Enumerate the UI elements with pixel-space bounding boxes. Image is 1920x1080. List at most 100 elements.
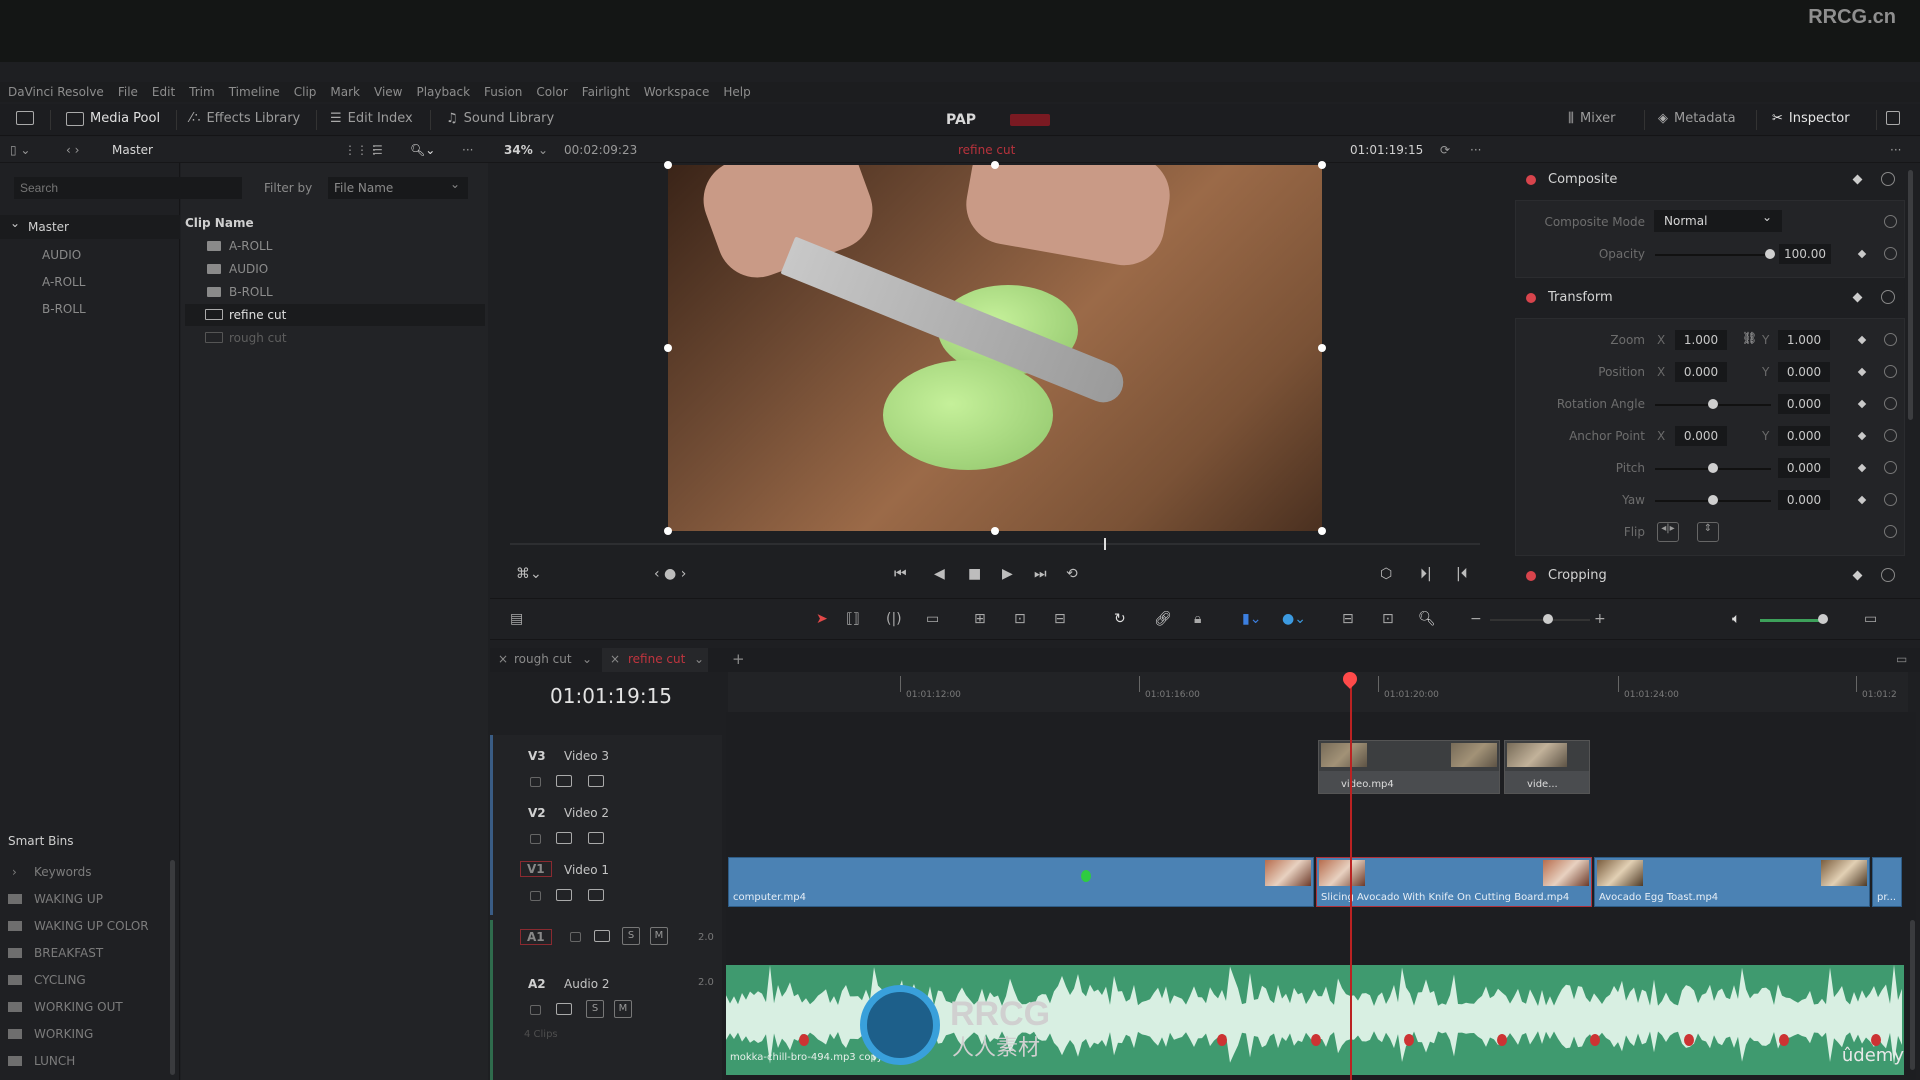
- smart-bin-item[interactable]: BREAKFAST: [0, 941, 176, 965]
- reset-icon[interactable]: [1884, 461, 1897, 474]
- stop-icon[interactable]: ■: [968, 566, 981, 582]
- transform-handle[interactable]: [991, 527, 999, 535]
- transform-section-header[interactable]: Transform: [1512, 284, 1907, 312]
- auto-select-icon[interactable]: [556, 832, 572, 844]
- mute-button[interactable]: M: [650, 927, 668, 945]
- menu-item[interactable]: Fairlight: [582, 85, 630, 99]
- audio-marker[interactable]: [1217, 1034, 1227, 1046]
- next-edit-icon[interactable]: ⏵|: [1420, 566, 1432, 582]
- lock-icon[interactable]: [570, 932, 581, 942]
- menu-item[interactable]: View: [374, 85, 402, 99]
- clip-marker[interactable]: [1081, 870, 1091, 882]
- bin-item[interactable]: B-ROLL: [0, 297, 180, 321]
- sidebar-toggle-icon[interactable]: ▯ ⌄: [10, 143, 30, 157]
- reset-icon[interactable]: [1884, 493, 1897, 506]
- video-frame[interactable]: [668, 165, 1322, 531]
- list-view-icon[interactable]: ☰: [372, 143, 383, 157]
- transform-handle[interactable]: [1318, 344, 1326, 352]
- transform-handle[interactable]: [664, 527, 672, 535]
- bin-item[interactable]: A-ROLL: [0, 270, 180, 294]
- audio-marker[interactable]: [1779, 1034, 1789, 1046]
- smart-bin-item[interactable]: WORKING: [0, 1022, 176, 1046]
- track-id-v3[interactable]: V3: [528, 749, 546, 763]
- viewer-zoom[interactable]: 34%: [504, 143, 533, 157]
- play-reverse-icon[interactable]: ◀: [934, 566, 945, 582]
- zoom-full-icon[interactable]: ⊟: [1342, 611, 1354, 627]
- menu-item[interactable]: Mark: [330, 85, 360, 99]
- solo-button[interactable]: S: [622, 927, 640, 945]
- flag-icon[interactable]: ▮⌄: [1242, 611, 1261, 627]
- layout-toggle-button[interactable]: [16, 111, 34, 125]
- add-tab-button[interactable]: +: [732, 650, 745, 668]
- effects-library-button[interactable]: ⁄∴ Effects Library: [190, 111, 300, 126]
- anchor-y-value[interactable]: 0.000: [1778, 426, 1830, 446]
- pitch-slider-knob[interactable]: [1708, 463, 1718, 473]
- chevron-down-icon[interactable]: ⌄: [694, 652, 704, 666]
- reset-icon[interactable]: [1881, 172, 1895, 186]
- enable-toggle[interactable]: [1526, 293, 1536, 303]
- timeline-clip-v3[interactable]: vide...: [1504, 740, 1590, 794]
- menu-item[interactable]: Help: [723, 85, 750, 99]
- transform-handle[interactable]: [991, 161, 999, 169]
- menu-item[interactable]: Edit: [152, 85, 175, 99]
- track-enable-icon[interactable]: [588, 832, 604, 844]
- loop-icon[interactable]: ⟲: [1066, 566, 1078, 582]
- composite-section-header[interactable]: Composite: [1512, 166, 1907, 194]
- lock-icon[interactable]: [530, 1005, 541, 1015]
- transform-handle[interactable]: [1318, 161, 1326, 169]
- track-name-v1[interactable]: Video 1: [564, 863, 609, 877]
- keyframe-icon[interactable]: [1852, 292, 1863, 303]
- timeline-zoom-slider[interactable]: [1490, 619, 1590, 621]
- smart-bins-scrollbar[interactable]: [170, 860, 175, 1075]
- reset-icon[interactable]: [1884, 525, 1897, 538]
- cropping-section-header[interactable]: Cropping: [1512, 562, 1907, 590]
- rotation-slider-knob[interactable]: [1708, 399, 1718, 409]
- link-icon[interactable]: ⛓: [1742, 331, 1757, 345]
- opacity-slider[interactable]: [1655, 254, 1771, 256]
- reset-icon[interactable]: [1884, 247, 1897, 260]
- audio-marker[interactable]: [1497, 1034, 1507, 1046]
- reset-icon[interactable]: [1884, 215, 1897, 228]
- smart-bin-item[interactable]: WAKING UP COLOR: [0, 914, 176, 938]
- edit-index-button[interactable]: ☰ Edit Index: [330, 111, 413, 126]
- clip-item[interactable]: rough cut: [185, 327, 485, 349]
- transform-mode-icon[interactable]: ⌘⌄: [516, 566, 542, 582]
- timeline-selector[interactable]: refine cut: [958, 143, 1015, 157]
- blade-tool-icon[interactable]: ▭: [926, 611, 939, 627]
- inspector-button[interactable]: ✂ Inspector: [1772, 111, 1850, 126]
- reset-icon[interactable]: [1881, 568, 1895, 582]
- flip-horizontal-button[interactable]: ◂|▸: [1657, 522, 1679, 542]
- linked-selection-icon[interactable]: 🔗︎: [1154, 611, 1172, 627]
- zoom-detail-icon[interactable]: ⊡: [1382, 611, 1394, 627]
- insert-clip-icon[interactable]: ⊞: [974, 611, 986, 627]
- expand-button[interactable]: [1886, 111, 1900, 125]
- clip-item[interactable]: B-ROLL: [185, 281, 485, 303]
- timeline-clip-v1[interactable]: computer.mp4: [728, 857, 1314, 907]
- prev-edit-icon[interactable]: |⏴: [1456, 566, 1468, 582]
- expand-timeline-icon[interactable]: ▭: [1896, 652, 1907, 666]
- menu-item[interactable]: File: [118, 85, 138, 99]
- timeline-zoom-knob[interactable]: [1543, 614, 1553, 624]
- reset-icon[interactable]: [1884, 429, 1897, 442]
- menu-item[interactable]: Clip: [294, 85, 317, 99]
- metadata-button[interactable]: ◈ Metadata: [1658, 111, 1736, 126]
- timeline-clip-v1[interactable]: pr...: [1872, 857, 1902, 907]
- play-icon[interactable]: ▶: [1002, 566, 1013, 582]
- volume-slider[interactable]: [1760, 619, 1822, 622]
- transform-handle[interactable]: [664, 161, 672, 169]
- track-name-v2[interactable]: Video 2: [564, 806, 609, 820]
- scrubber-playhead[interactable]: [1104, 538, 1106, 550]
- position-x-value[interactable]: 0.000: [1675, 362, 1727, 382]
- lock-icon[interactable]: [530, 777, 541, 787]
- filter-select[interactable]: File Name: [328, 177, 468, 199]
- clip-name-column-header[interactable]: Clip Name: [185, 216, 254, 230]
- volume-icon[interactable]: 🔈︎: [1732, 611, 1740, 627]
- marker-icon[interactable]: ●⌄: [1282, 611, 1306, 627]
- menu-item[interactable]: Timeline: [229, 85, 280, 99]
- go-to-end-icon[interactable]: ⏭: [1034, 566, 1047, 582]
- menu-item[interactable]: Trim: [189, 85, 215, 99]
- zoom-x-value[interactable]: 1.000: [1675, 330, 1727, 350]
- zoom-custom-icon[interactable]: 🔍︎: [1418, 611, 1436, 627]
- back-forward-nav[interactable]: ‹ ›: [66, 143, 79, 157]
- transform-handle[interactable]: [1318, 527, 1326, 535]
